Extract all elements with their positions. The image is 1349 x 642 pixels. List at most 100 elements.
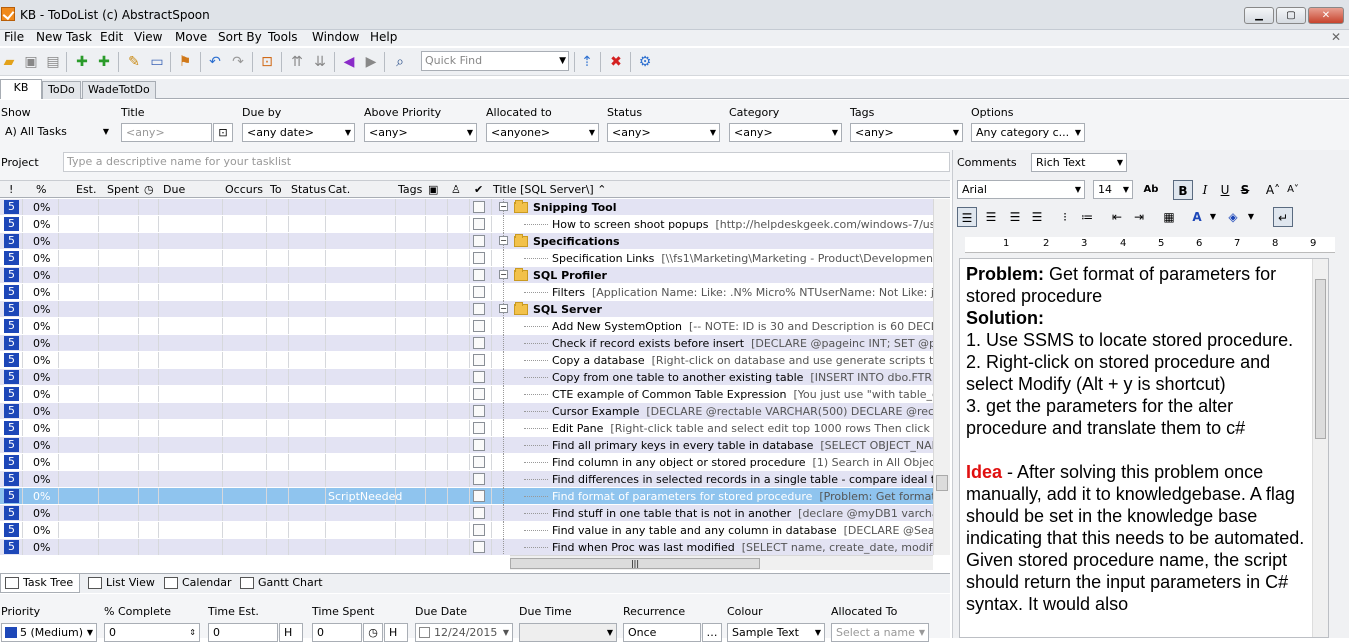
outdent-icon[interactable]: ⇤: [1107, 207, 1127, 227]
hscroll-thumb[interactable]: |||: [510, 558, 760, 569]
done-checkbox[interactable]: [473, 286, 485, 298]
table-row[interactable]: 5 0% Find all primary keys in every table …: [0, 437, 933, 454]
task-title[interactable]: Cursor Example [DECLARE @rectable VARCHA…: [552, 405, 933, 418]
undo-icon[interactable]: ↶: [206, 53, 224, 71]
task-title[interactable]: Specification Links [\\fs1\Marketing\Mar…: [552, 252, 933, 265]
priority-badge[interactable]: 5: [4, 234, 19, 248]
done-checkbox[interactable]: [473, 371, 485, 383]
task-title[interactable]: Find when Proc was last modified [SELECT…: [552, 541, 933, 554]
percent-cell[interactable]: 0%: [33, 337, 50, 350]
priority-badge[interactable]: 5: [4, 217, 19, 231]
done-checkbox[interactable]: [473, 405, 485, 417]
title-filter-input[interactable]: <any>: [121, 123, 212, 142]
word-wrap-icon[interactable]: ↵: [1273, 207, 1293, 227]
task-title[interactable]: Snipping Tool: [533, 201, 933, 214]
task-title[interactable]: Find column in any object or stored proc…: [552, 456, 933, 469]
font-size-combo[interactable]: 14 ▼: [1093, 180, 1133, 199]
col-percent[interactable]: %: [36, 183, 46, 196]
font-combo[interactable]: Arial ▼: [957, 180, 1085, 199]
preferences-gear-icon[interactable]: ⚙: [636, 53, 654, 71]
menu-view[interactable]: View: [134, 30, 162, 44]
show-filter[interactable]: A) All Tasks ▼: [1, 123, 112, 142]
collapse-toggle-icon[interactable]: −: [499, 236, 508, 245]
allocated-to-filter[interactable]: <anyone> ▼: [486, 123, 599, 142]
percent-cell[interactable]: 0%: [33, 269, 50, 282]
menu-window[interactable]: Window: [312, 30, 359, 44]
recurrence-more-button[interactable]: …: [702, 623, 722, 642]
shrink-font-icon[interactable]: A˅: [1283, 180, 1303, 200]
col-spent[interactable]: Spent: [107, 183, 139, 196]
task-title[interactable]: SQL Profiler: [533, 269, 933, 282]
priority-badge[interactable]: 5: [4, 438, 19, 452]
underline-button[interactable]: U: [1215, 180, 1235, 200]
done-checkbox[interactable]: [473, 388, 485, 400]
task-title[interactable]: SQL Server: [533, 303, 933, 316]
category-cell[interactable]: ScriptNeeded: [328, 490, 402, 503]
options-filter[interactable]: Any category c... ▼: [971, 123, 1085, 142]
menu-move[interactable]: Move: [175, 30, 207, 44]
tab-kb[interactable]: KB: [0, 79, 42, 99]
close-button[interactable]: ✕: [1308, 7, 1344, 24]
grow-font-icon[interactable]: A˄: [1263, 180, 1283, 200]
table-icon[interactable]: ▦: [1159, 207, 1179, 227]
table-row[interactable]: 5 0% Find value in any table and any colum…: [0, 522, 933, 539]
done-checkbox[interactable]: [473, 303, 485, 315]
percent-cell[interactable]: 0%: [33, 473, 50, 486]
table-row[interactable]: 5 0% − Snipping Tool: [0, 199, 933, 216]
minimize-button[interactable]: ▁: [1244, 7, 1274, 24]
new-subtask-icon[interactable]: ✚: [95, 53, 113, 71]
col-tags[interactable]: Tags: [398, 183, 422, 196]
edit-pencil-icon[interactable]: ✎: [125, 53, 143, 71]
italic-button[interactable]: I: [1195, 180, 1215, 200]
tab-calendar[interactable]: Calendar: [160, 574, 237, 593]
table-row[interactable]: 5 0% Add New SystemOption [-- NOTE: ID is …: [0, 318, 933, 335]
clock-icon[interactable]: ◷: [144, 183, 154, 196]
strikethrough-button[interactable]: S: [1235, 180, 1255, 200]
percent-cell[interactable]: 0%: [33, 490, 50, 503]
delete-broom-icon[interactable]: ⚑: [176, 53, 194, 71]
table-row[interactable]: 5 0% Filters [Application Name: Like: .N% …: [0, 284, 933, 301]
percent-cell[interactable]: 0%: [33, 388, 50, 401]
bold-button[interactable]: B: [1173, 180, 1193, 200]
task-title[interactable]: Copy from one table to another existing …: [552, 371, 933, 384]
due-date-picker[interactable]: 12/24/2015 ▼: [415, 623, 513, 642]
due-by-filter[interactable]: <any date> ▼: [242, 123, 355, 142]
move-right-icon[interactable]: ▶: [362, 53, 380, 71]
priority-badge[interactable]: 5: [4, 421, 19, 435]
table-row[interactable]: 5 0% Copy from one table to another existi…: [0, 369, 933, 386]
due-time-combo[interactable]: ▼: [519, 623, 617, 642]
percent-cell[interactable]: 0%: [33, 422, 50, 435]
col-to[interactable]: To: [270, 183, 282, 196]
comments-format-combo[interactable]: Rich Text ▼: [1031, 153, 1127, 172]
priority-badge[interactable]: 5: [4, 302, 19, 316]
move-left-icon[interactable]: ◀: [340, 53, 358, 71]
numbered-list-icon[interactable]: ≔: [1077, 207, 1097, 227]
menu-new-task[interactable]: New Task: [36, 30, 92, 44]
priority-badge[interactable]: 5: [4, 353, 19, 367]
font-style-icon[interactable]: Ab: [1141, 180, 1161, 200]
collapse-toggle-icon[interactable]: −: [499, 202, 508, 211]
task-grid-scrollbar[interactable]: [933, 199, 950, 555]
menu-edit[interactable]: Edit: [100, 30, 123, 44]
done-checkbox[interactable]: [473, 507, 485, 519]
task-title[interactable]: Add New SystemOption [-- NOTE: ID is 30 …: [552, 320, 933, 333]
tab-wadetotdo[interactable]: WadeTotDo: [82, 81, 156, 99]
sort-up-icon[interactable]: ⇈: [288, 53, 306, 71]
delete-x-icon[interactable]: ✖: [607, 53, 625, 71]
save-all-icon[interactable]: ▤: [44, 53, 62, 71]
task-title[interactable]: Edit Pane [Right-click table and select …: [552, 422, 933, 435]
task-title[interactable]: Find value in any table and any column i…: [552, 524, 933, 537]
col-title[interactable]: Title [SQL Server\] ⌃: [493, 183, 606, 196]
done-checkbox[interactable]: [473, 252, 485, 264]
priority-badge[interactable]: 5: [4, 285, 19, 299]
percent-cell[interactable]: 0%: [33, 507, 50, 520]
table-row[interactable]: 5 0% Cursor Example [DECLARE @rectable VAR…: [0, 403, 933, 420]
table-row[interactable]: 5 0% Copy a database [Right-click on datab…: [0, 352, 933, 369]
percent-cell[interactable]: 0%: [33, 201, 50, 214]
scroll-thumb[interactable]: [936, 475, 948, 491]
priority-badge[interactable]: 5: [4, 489, 19, 503]
priority-badge[interactable]: 5: [4, 200, 19, 214]
menu-sort-by[interactable]: Sort By: [218, 30, 262, 44]
lock-icon[interactable]: ♙: [451, 183, 461, 196]
priority-badge[interactable]: 5: [4, 387, 19, 401]
